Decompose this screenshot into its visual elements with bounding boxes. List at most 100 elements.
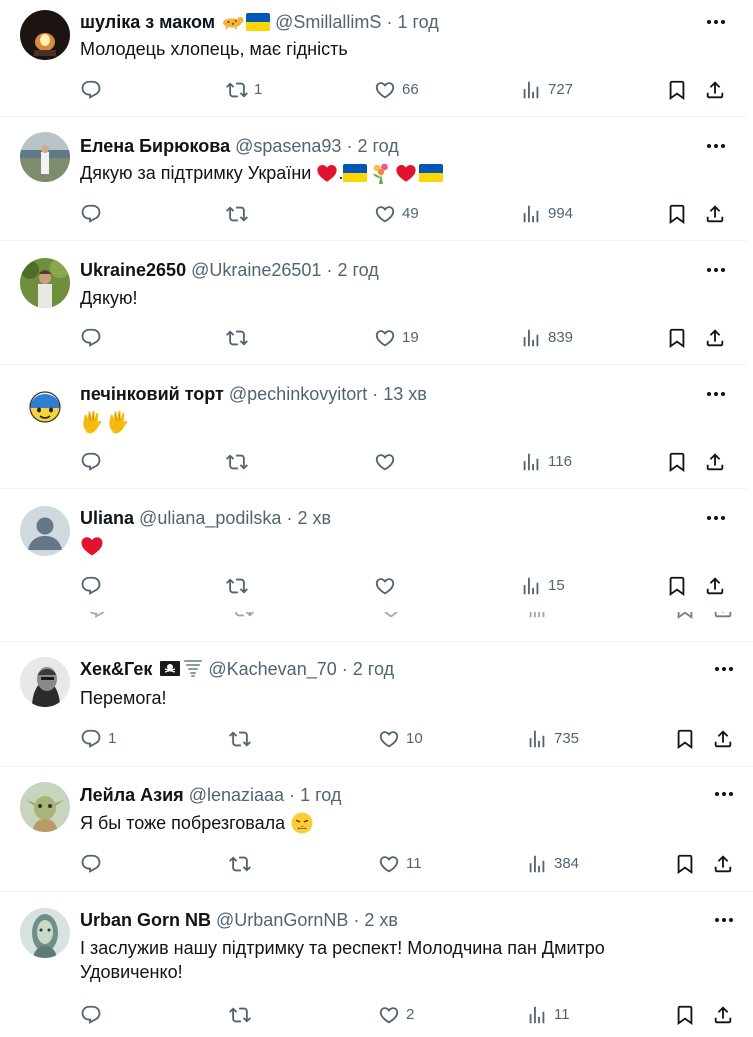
avatar[interactable] (20, 908, 70, 958)
reply-button[interactable]: 1 (80, 726, 116, 752)
more-options-icon[interactable] (704, 258, 728, 282)
share-icon (704, 203, 726, 225)
repost-button[interactable] (226, 201, 254, 227)
repost-button[interactable] (229, 851, 257, 877)
timestamp[interactable]: 2 год (357, 136, 398, 156)
repost-button[interactable] (229, 726, 257, 752)
author-handle[interactable]: @SmillallimS (275, 12, 381, 32)
share-button[interactable] (704, 77, 726, 103)
author-handle[interactable]: @Kachevan_70 (208, 659, 336, 679)
reply-button[interactable] (80, 201, 108, 227)
repost-button[interactable] (226, 449, 254, 475)
author-name[interactable]: Елена Бирюкова (80, 136, 230, 156)
more-options-icon[interactable] (712, 782, 736, 806)
bookmark-button[interactable] (666, 77, 688, 103)
avatar[interactable] (20, 657, 70, 707)
author-name[interactable]: печінковий торт (80, 384, 224, 404)
reply-button[interactable] (80, 77, 108, 103)
like-button[interactable]: 19 (374, 325, 419, 351)
bookmark-button[interactable] (674, 726, 696, 752)
views-button[interactable]: 11 (526, 1002, 570, 1028)
like-button[interactable]: 10 (378, 726, 423, 752)
author-name[interactable]: Uliana (80, 508, 134, 528)
tweet-card[interactable]: Urban Gorn NB @UrbanGornNB · 2 хв І засл… (0, 892, 753, 1037)
views-button[interactable]: 15 (520, 573, 565, 599)
share-button[interactable] (712, 1002, 734, 1028)
tweet-card[interactable]: Ukraine2650 @Ukraine26501 · 2 год Дякую!… (0, 241, 748, 365)
more-options-icon[interactable] (704, 10, 728, 34)
views-button[interactable]: 384 (526, 851, 579, 877)
timestamp[interactable]: 13 хв (383, 384, 427, 404)
like-button[interactable]: 49 (374, 201, 419, 227)
more-options-icon[interactable] (704, 506, 728, 530)
avatar[interactable] (20, 506, 70, 556)
tweet-header: Хек&Гек @Kachevan_70 · 2 год (80, 658, 703, 680)
views-button[interactable]: 735 (526, 726, 579, 752)
reply-button[interactable] (80, 573, 108, 599)
like-button[interactable]: 11 (378, 851, 422, 877)
avatar[interactable] (20, 782, 70, 832)
share-button[interactable] (704, 449, 726, 475)
heart-icon (380, 612, 402, 622)
avatar[interactable] (20, 132, 70, 182)
author-name[interactable]: Ukraine2650 (80, 260, 186, 280)
repost-button[interactable] (226, 573, 254, 599)
author-handle[interactable]: @lenaziaaa (189, 785, 284, 805)
like-button[interactable] (374, 573, 402, 599)
repost-button[interactable]: 1 (226, 77, 262, 103)
author-name[interactable]: Urban Gorn NB (80, 910, 211, 930)
timestamp[interactable]: 2 хв (364, 910, 398, 930)
more-options-icon[interactable] (704, 382, 728, 406)
bookmark-button[interactable] (674, 1002, 696, 1028)
views-button[interactable]: 994 (520, 201, 573, 227)
timestamp[interactable]: 1 год (397, 12, 438, 32)
bookmark-button[interactable] (666, 201, 688, 227)
share-button[interactable] (704, 325, 726, 351)
share-button[interactable] (704, 573, 726, 599)
heart-icon (378, 1004, 400, 1026)
more-options-icon[interactable] (704, 134, 728, 158)
avatar[interactable] (20, 258, 70, 308)
views-button[interactable]: 116 (520, 449, 572, 475)
author-handle[interactable]: @Ukraine26501 (191, 260, 321, 280)
avatar[interactable] (20, 10, 70, 60)
timestamp[interactable]: 2 год (353, 659, 394, 679)
reply-button[interactable] (80, 851, 108, 877)
repost-button[interactable] (226, 325, 254, 351)
author-handle[interactable]: @uliana_podilska (139, 508, 281, 528)
timestamp[interactable]: 1 год (300, 785, 341, 805)
bookmark-button[interactable] (666, 325, 688, 351)
avatar[interactable] (20, 382, 70, 432)
author-name[interactable]: шуліка з маком (80, 12, 215, 32)
like-button[interactable] (374, 449, 402, 475)
bookmark-button[interactable] (666, 449, 688, 475)
author-name[interactable]: Лейла Азия (80, 785, 184, 805)
share-button[interactable] (704, 201, 726, 227)
tweet-card[interactable]: Uliana @uliana_podilska · 2 хв 15 (0, 489, 748, 613)
repost-button[interactable] (229, 1002, 257, 1028)
like-button[interactable]: 2 (378, 1002, 414, 1028)
author-name[interactable]: Хек&Гек (80, 659, 152, 679)
reply-button[interactable] (80, 325, 108, 351)
views-button[interactable]: 727 (520, 77, 573, 103)
tweet-card[interactable]: Хек&Гек @Kachevan_70 · 2 год Перемога! 1… (0, 642, 753, 767)
tweet-card[interactable]: шуліка з маком @SmillallimS · 1 год Моло… (0, 0, 748, 117)
bookmark-button[interactable] (674, 851, 696, 877)
reply-button[interactable] (80, 449, 108, 475)
more-options-icon[interactable] (712, 657, 736, 681)
reply-button[interactable] (80, 1002, 108, 1028)
tweet-card[interactable]: печінковий торт @pechinkovyitort · 13 хв… (0, 365, 748, 489)
author-handle[interactable]: @UrbanGornNB (216, 910, 348, 930)
share-button[interactable] (712, 851, 734, 877)
author-handle[interactable]: @pechinkovyitort (229, 384, 367, 404)
like-button[interactable]: 66 (374, 77, 419, 103)
views-button[interactable]: 839 (520, 325, 573, 351)
timestamp[interactable]: 2 год (337, 260, 378, 280)
share-button[interactable] (712, 726, 734, 752)
bookmark-button[interactable] (666, 573, 688, 599)
timestamp[interactable]: 2 хв (297, 508, 331, 528)
tweet-card[interactable]: Лейла Азия @lenaziaaa · 1 год Я бы тоже … (0, 767, 753, 892)
author-handle[interactable]: @spasena93 (235, 136, 341, 156)
more-options-icon[interactable] (712, 908, 736, 932)
tweet-card[interactable]: Елена Бирюкова @spasena93 · 2 год Дякую … (0, 117, 748, 241)
